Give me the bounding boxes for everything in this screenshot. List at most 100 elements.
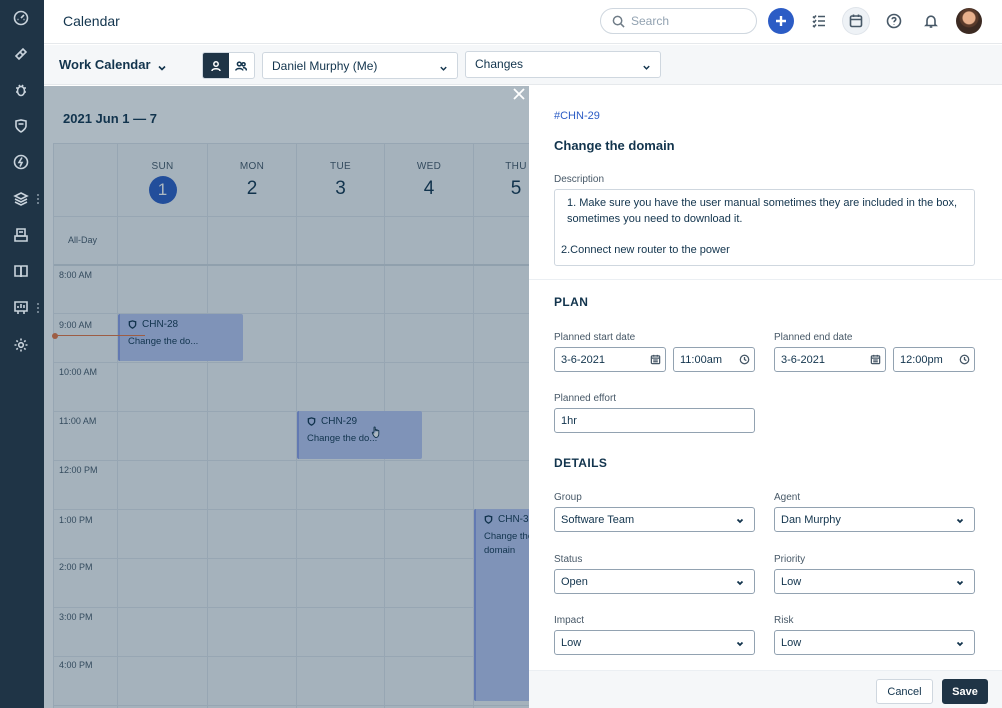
- risk-label: Risk: [774, 615, 794, 626]
- calendar-name[interactable]: Work Calendar: [59, 57, 151, 72]
- inbox-icon[interactable]: [11, 225, 31, 245]
- help-icon: [886, 13, 902, 29]
- close-panel-button[interactable]: [509, 85, 529, 103]
- calendar-toolbar: Work Calendar Daniel Murphy (Me) Changes: [44, 45, 1002, 85]
- chevron-down-icon: [736, 578, 744, 586]
- agent-select[interactable]: Dan Murphy: [774, 507, 975, 532]
- chevron-down-icon: [736, 639, 744, 647]
- person-select-value: Daniel Murphy (Me): [272, 59, 378, 73]
- dashboard-icon[interactable]: [11, 8, 31, 28]
- start-date-input[interactable]: 3-6-2021: [554, 347, 666, 372]
- risk-select[interactable]: Low: [774, 630, 975, 655]
- user-icon: [211, 60, 221, 71]
- page-title: Calendar: [63, 13, 120, 29]
- priority-label: Priority: [774, 554, 806, 565]
- change-id-link[interactable]: #CHN-29: [554, 110, 600, 122]
- calendar-icon: [849, 14, 863, 28]
- start-date-value: 3-6-2021: [561, 354, 606, 366]
- chevron-down-icon: [736, 516, 744, 524]
- priority-select[interactable]: Low: [774, 569, 975, 594]
- layers-icon[interactable]: [11, 189, 31, 209]
- end-date-input[interactable]: 3-6-2021: [774, 347, 886, 372]
- help-button[interactable]: [881, 8, 907, 34]
- chevron-down-icon: [439, 62, 448, 71]
- priority-value: Low: [781, 576, 802, 588]
- effort-value: 1hr: [561, 415, 577, 427]
- effort-label: Planned effort: [554, 393, 617, 404]
- plus-icon: [776, 16, 786, 26]
- group-value: Software Team: [561, 514, 635, 526]
- status-value: Open: [561, 576, 588, 588]
- layers-more-icon[interactable]: [36, 194, 40, 206]
- status-label: Status: [554, 554, 583, 565]
- avatar[interactable]: [956, 8, 982, 34]
- calendar-icon[interactable]: [645, 348, 665, 371]
- group-select[interactable]: Software Team: [554, 507, 755, 532]
- impact-select[interactable]: Low: [554, 630, 755, 655]
- person-select[interactable]: Daniel Murphy (Me): [262, 52, 458, 79]
- reports-icon[interactable]: [11, 298, 31, 318]
- users-icon: [235, 60, 248, 71]
- top-bar: Calendar: [44, 0, 1002, 44]
- item-type-select[interactable]: Changes: [465, 51, 661, 78]
- view-toggle: [202, 52, 255, 79]
- impact-value: Low: [561, 637, 582, 649]
- tasks-button[interactable]: [806, 8, 832, 34]
- details-heading: DETAILS: [554, 456, 608, 470]
- impact-label: Impact: [554, 615, 585, 626]
- search-icon: [612, 15, 625, 28]
- shield-icon[interactable]: [11, 116, 31, 136]
- panel-footer: Cancel Save: [529, 670, 1002, 708]
- book-icon[interactable]: [11, 261, 31, 281]
- bug-icon[interactable]: [11, 80, 31, 100]
- chevron-down-icon: [642, 61, 651, 70]
- end-date-label: Planned end date: [774, 332, 853, 343]
- agent-value: Dan Murphy: [781, 514, 841, 526]
- description-line: 1. Make sure you have the user manual so…: [567, 197, 958, 225]
- end-time-value: 12:00pm: [900, 354, 943, 366]
- add-button[interactable]: [768, 8, 794, 34]
- search-box[interactable]: [600, 8, 757, 34]
- calendar-button[interactable]: [843, 8, 869, 34]
- notifications-button[interactable]: [918, 8, 944, 34]
- bell-icon: [924, 15, 938, 28]
- checklist-icon: [812, 14, 825, 28]
- item-type-select-value: Changes: [475, 57, 524, 71]
- cancel-button[interactable]: Cancel: [876, 679, 933, 704]
- chevron-down-icon: [956, 578, 964, 586]
- my-view-button[interactable]: [203, 53, 229, 78]
- chevron-down-icon[interactable]: [157, 60, 167, 71]
- end-date-value: 3-6-2021: [781, 354, 826, 366]
- left-nav: [0, 0, 44, 708]
- description-line: 2.Connect new router to the power: [561, 244, 730, 256]
- end-time-input[interactable]: 12:00pm: [893, 347, 975, 372]
- risk-value: Low: [781, 637, 802, 649]
- gear-icon[interactable]: [11, 335, 31, 355]
- clock-icon[interactable]: [734, 348, 754, 371]
- clock-icon[interactable]: [954, 348, 974, 371]
- close-icon: [513, 88, 525, 100]
- start-time-input[interactable]: 11:00am: [673, 347, 755, 372]
- change-detail-panel: #CHN-29 Change the domain Description 1.…: [529, 86, 1002, 708]
- change-title: Change the domain: [554, 138, 675, 153]
- description-field[interactable]: 1. Make sure you have the user manual so…: [554, 189, 975, 266]
- save-button[interactable]: Save: [942, 679, 988, 704]
- chevron-down-icon: [956, 639, 964, 647]
- reports-more-icon[interactable]: [36, 303, 40, 315]
- team-view-button[interactable]: [229, 53, 255, 78]
- plan-heading: PLAN: [554, 295, 589, 309]
- description-label: Description: [554, 174, 605, 185]
- start-date-label: Planned start date: [554, 332, 636, 343]
- effort-input[interactable]: 1hr: [554, 408, 755, 433]
- status-select[interactable]: Open: [554, 569, 755, 594]
- divider: [529, 279, 1002, 280]
- start-time-value: 11:00am: [680, 354, 722, 366]
- ticket-icon[interactable]: [11, 44, 31, 64]
- release-icon[interactable]: [11, 152, 31, 172]
- group-label: Group: [554, 492, 582, 503]
- calendar-icon[interactable]: [865, 348, 885, 371]
- modal-backdrop[interactable]: [44, 86, 529, 708]
- chevron-down-icon: [956, 516, 964, 524]
- agent-label: Agent: [774, 492, 801, 503]
- search-input[interactable]: [631, 13, 751, 29]
